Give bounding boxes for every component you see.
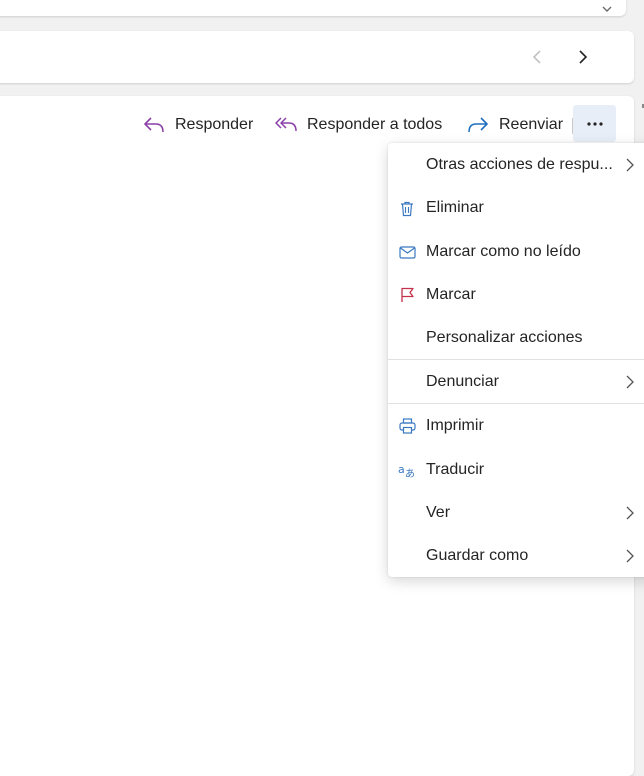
reply-button[interactable]: Responder xyxy=(143,108,253,142)
menu-item-label: Personalizar acciones xyxy=(426,329,583,346)
chevron-right-icon xyxy=(626,158,634,172)
menu-item-label: Marcar xyxy=(426,286,476,303)
envelope-icon xyxy=(398,243,416,261)
menu-item-customize-actions[interactable]: Personalizar acciones xyxy=(388,318,644,358)
chevron-right-icon xyxy=(626,549,634,563)
chevron-right-icon xyxy=(579,50,588,64)
menu-item-save-as[interactable]: Guardar como xyxy=(388,536,644,576)
top-card xyxy=(0,0,626,16)
menu-item-label: Marcar como no leído xyxy=(426,243,581,260)
chevron-right-icon xyxy=(626,506,634,520)
menu-item-label: Otras acciones de respu... xyxy=(426,156,613,173)
reply-all-icon xyxy=(275,117,297,132)
menu-item-delete[interactable]: Eliminar xyxy=(388,188,644,228)
menu-divider xyxy=(388,359,644,360)
menu-item-flag[interactable]: Marcar xyxy=(388,275,644,315)
reply-all-button[interactable]: Responder a todos xyxy=(275,108,442,142)
chevron-down-icon[interactable] xyxy=(600,2,614,16)
more-actions-menu: Otras acciones de respu... Eliminar Marc… xyxy=(388,143,644,577)
forward-icon xyxy=(468,117,488,133)
menu-item-mark-unread[interactable]: Marcar como no leído xyxy=(388,232,644,272)
forward-button[interactable]: Reenviar xyxy=(467,108,563,142)
navigation-bar xyxy=(0,31,634,83)
menu-item-other-reply-actions[interactable]: Otras acciones de respu... xyxy=(388,145,644,185)
trash-icon xyxy=(398,199,416,217)
forward-label: Reenviar xyxy=(499,116,564,133)
reply-label: Responder xyxy=(175,116,254,133)
printer-icon xyxy=(398,417,416,435)
flag-icon xyxy=(398,286,416,304)
svg-text:a: a xyxy=(398,463,405,476)
reply-all-label: Responder a todos xyxy=(307,116,443,133)
svg-text:あ: あ xyxy=(405,468,415,478)
menu-item-translate[interactable]: a あ Traducir xyxy=(388,450,644,490)
next-message-button[interactable] xyxy=(568,43,596,71)
menu-divider xyxy=(388,403,644,404)
menu-item-label: Traducir xyxy=(426,461,485,478)
reply-icon xyxy=(144,117,164,133)
menu-item-label: Eliminar xyxy=(426,199,484,216)
chevron-right-icon xyxy=(626,375,634,389)
more-actions-button[interactable] xyxy=(573,105,616,142)
menu-item-print[interactable]: Imprimir xyxy=(388,406,644,446)
translate-icon: a あ xyxy=(398,461,416,479)
menu-item-label: Ver xyxy=(426,504,451,521)
menu-item-view[interactable]: Ver xyxy=(388,493,644,533)
chevron-left-icon xyxy=(532,50,541,64)
menu-item-label: Imprimir xyxy=(426,417,484,434)
previous-message-button[interactable] xyxy=(524,43,552,71)
menu-item-report[interactable]: Denunciar xyxy=(388,362,644,402)
menu-item-label: Denunciar xyxy=(426,373,499,390)
menu-item-label: Guardar como xyxy=(426,547,529,564)
more-icon xyxy=(586,121,603,126)
